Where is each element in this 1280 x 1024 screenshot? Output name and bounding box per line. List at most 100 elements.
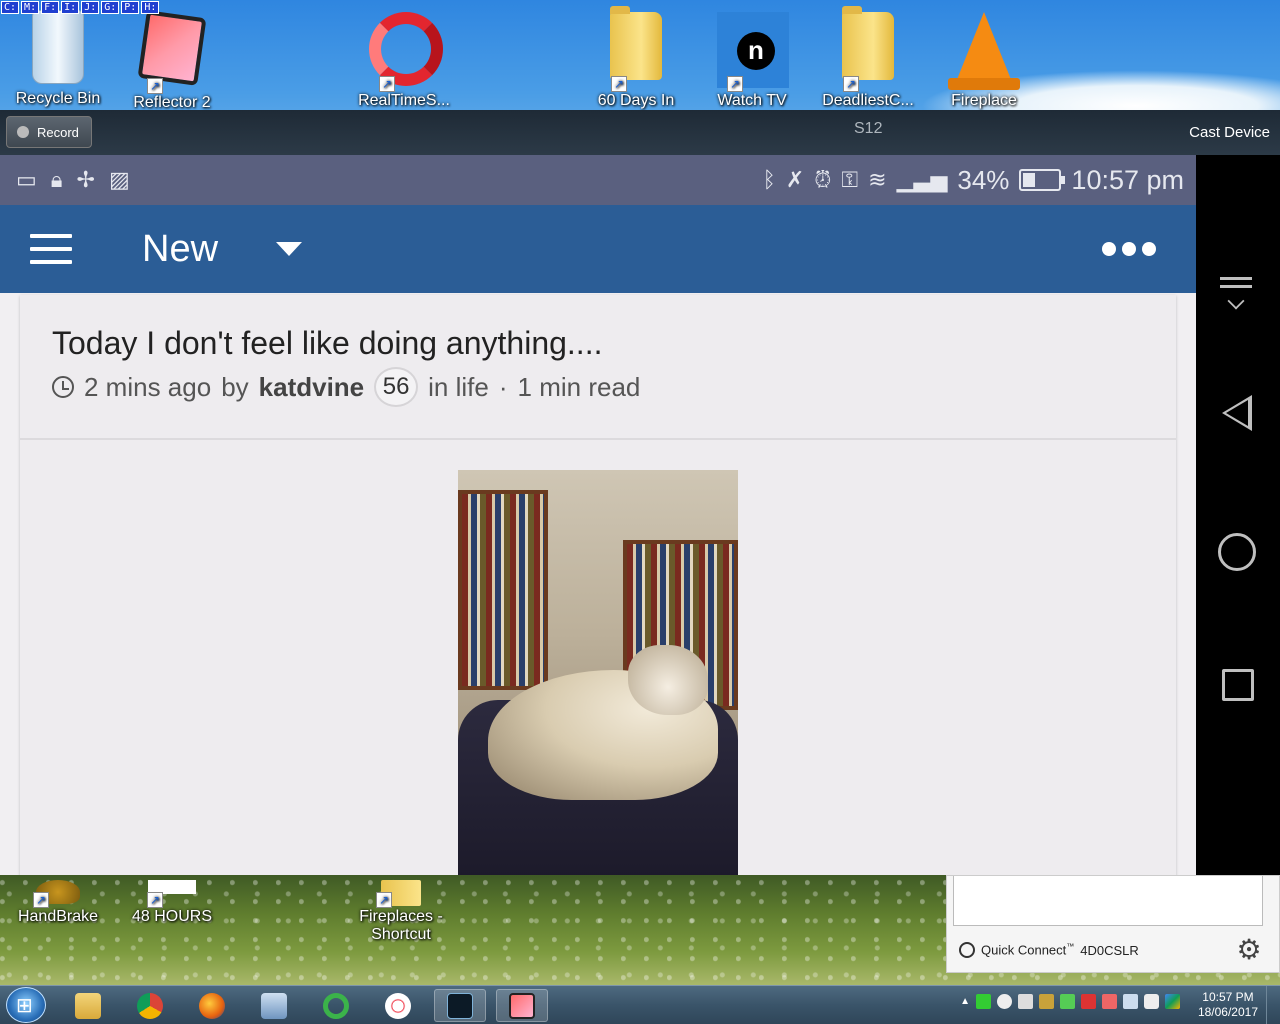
- phone-mirror-window: ▭ 🔒︎ ✢ ▨ ᛒ ✗ ⏰︎ ⚿ ≋ ▁▃▅ 34% 10:57 pm New…: [0, 155, 1280, 875]
- drive-p[interactable]: P:: [121, 1, 140, 14]
- desktop-icon-handbrake[interactable]: ↗ HandBrake: [0, 880, 116, 926]
- record-dot-icon: [17, 126, 29, 138]
- taskbar-reflector[interactable]: [496, 989, 548, 1022]
- bookshelf-left: [458, 490, 548, 690]
- desktop-icon-realtimesync[interactable]: ↗ RealTimeS...: [346, 8, 462, 110]
- shortcut-arrow-icon: ↗: [843, 76, 859, 92]
- shortcut-arrow-icon: ↗: [33, 892, 49, 908]
- tray-drive-icon[interactable]: [1165, 994, 1180, 1009]
- quick-connect-label[interactable]: Quick Connect™ 4D0CSLR: [959, 942, 1139, 958]
- tray-network-icon[interactable]: [976, 994, 991, 1009]
- app-bar: New: [0, 205, 1196, 293]
- tray-flag-icon[interactable]: [1102, 994, 1117, 1009]
- drive-f[interactable]: F:: [41, 1, 60, 14]
- tray-document-icon[interactable]: [1018, 994, 1033, 1009]
- n-tv-icon: n ↗: [717, 12, 789, 92]
- back-icon[interactable]: [1222, 395, 1252, 431]
- shortcut-arrow-icon: ↗: [379, 76, 395, 92]
- taskbar-firefox[interactable]: [186, 989, 238, 1022]
- tray-tool-icon[interactable]: [1039, 994, 1054, 1009]
- start-button[interactable]: [6, 987, 46, 1023]
- vlc-cone-icon: [948, 12, 1020, 92]
- desktop-icon-label: 48 HOURS: [131, 908, 213, 925]
- tray-reflector-icon[interactable]: [1081, 994, 1096, 1009]
- desktop-icon-label: HandBrake: [17, 908, 99, 925]
- drive-j[interactable]: J:: [81, 1, 100, 14]
- taskbar-chrome[interactable]: [124, 989, 176, 1022]
- folder-icon: ↗: [833, 6, 903, 92]
- sync-icon: [323, 992, 349, 1019]
- shortcut-arrow-icon: ↗: [147, 892, 163, 908]
- reflector-icon: [509, 992, 535, 1019]
- post-category[interactable]: in life: [428, 372, 489, 403]
- taskbar-monitor[interactable]: [434, 989, 486, 1022]
- taskbar-clock[interactable]: 10:57 PM 18/06/2017: [1198, 990, 1258, 1020]
- tray-check-icon[interactable]: [1060, 994, 1075, 1009]
- taskbar-keyboard[interactable]: [248, 989, 300, 1022]
- more-options-icon[interactable]: [1102, 242, 1156, 256]
- recent-apps-icon[interactable]: [1222, 669, 1254, 701]
- clock-icon: [52, 376, 74, 398]
- notification-pull-down-icon[interactable]: [1218, 273, 1258, 313]
- card-divider: [20, 438, 1176, 440]
- overlapped-icon-label: S12: [854, 120, 883, 137]
- show-desktop-button[interactable]: [1266, 986, 1280, 1024]
- chevron-down-icon[interactable]: [276, 242, 303, 256]
- tray-display-icon[interactable]: [1123, 994, 1138, 1009]
- post-author[interactable]: katdvine: [259, 372, 365, 403]
- reflector-icon: ↗: [137, 10, 207, 94]
- bluetooth-icon: ᛒ: [762, 167, 776, 192]
- desktop-icon-label: DeadliestC...: [822, 92, 914, 109]
- desktop-icon-label: Recycle Bin: [15, 90, 101, 107]
- meta-separator: ·: [498, 371, 508, 402]
- desktop-icon-watch-tv[interactable]: n ↗ Watch TV: [694, 8, 810, 110]
- mute-icon: ✗: [785, 167, 805, 192]
- cast-icon: ▭: [16, 167, 37, 192]
- taskbar-paint[interactable]: [372, 989, 424, 1022]
- drive-c[interactable]: C:: [1, 1, 20, 14]
- record-button[interactable]: Record: [6, 116, 92, 148]
- desktop-icon-fireplaces-shortcut[interactable]: ↗ Fireplaces - Shortcut: [346, 880, 456, 944]
- desktop-icon-reflector[interactable]: ↗ Reflector 2: [114, 8, 230, 112]
- desktop-icon-60-days-in[interactable]: ↗ 60 Days In: [578, 6, 694, 110]
- keyboard-icon: [261, 992, 287, 1019]
- post-card[interactable]: Today I don't feel like doing anything..…: [20, 295, 1176, 875]
- reputation-badge: 56: [374, 367, 419, 407]
- post-title[interactable]: Today I don't feel like doing anything..…: [52, 325, 602, 362]
- android-status-bar: ▭ 🔒︎ ✢ ▨ ᛒ ✗ ⏰︎ ⚿ ≋ ▁▃▅ 34% 10:57 pm: [0, 155, 1196, 205]
- taskbar-explorer[interactable]: [62, 989, 114, 1022]
- recycle-bin-icon: [23, 10, 93, 90]
- android-nav-bar: [1196, 155, 1280, 875]
- post-image[interactable]: [458, 470, 738, 875]
- drive-m[interactable]: M:: [21, 1, 40, 14]
- drive-i[interactable]: I:: [61, 1, 80, 14]
- folder-icon: ↗: [601, 6, 671, 92]
- desktop-icon-fireplace[interactable]: Fireplace: [926, 8, 1042, 110]
- tray-eye-icon[interactable]: [997, 994, 1012, 1009]
- cast-device-button[interactable]: Cast Device: [1189, 124, 1270, 141]
- alarm-icon: ⏰︎: [814, 167, 832, 192]
- feed-title[interactable]: New: [142, 228, 218, 271]
- status-right-icons: ᛒ ✗ ⏰︎ ⚿ ≋ ▁▃▅ 34% 10:57 pm: [763, 165, 1196, 196]
- desktop-icon-recycle-bin[interactable]: Recycle Bin: [0, 8, 116, 108]
- desktop-icon-48-hours[interactable]: ↗ 48 HOURS: [114, 880, 230, 926]
- folder-icon: ↗: [366, 880, 436, 908]
- tray-expand-icon[interactable]: ▲: [960, 996, 970, 1007]
- drive-bar: C: M: F: I: J: G: P: H:: [1, 1, 160, 14]
- activity-monitor-icon: [447, 992, 473, 1019]
- hamburger-menu-icon[interactable]: [30, 234, 72, 264]
- gear-icon[interactable]: ⚙: [1235, 936, 1263, 964]
- desktop-icon-deadliest-catch[interactable]: ↗ DeadliestC...: [810, 6, 926, 110]
- quick-connect-input[interactable]: [953, 876, 1263, 926]
- handbrake-icon: ↗: [23, 880, 93, 908]
- pinwheel-icon: ✢: [76, 167, 95, 192]
- taskbar-sync[interactable]: [310, 989, 362, 1022]
- feed-content[interactable]: Today I don't feel like doing anything..…: [0, 293, 1196, 875]
- folder-icon: [75, 992, 101, 1019]
- desktop-icon-label: Fireplace: [951, 92, 1017, 109]
- drive-h[interactable]: H:: [141, 1, 160, 14]
- drive-g[interactable]: G:: [101, 1, 120, 14]
- home-icon[interactable]: [1218, 533, 1256, 571]
- post-read-time: 1 min read: [517, 371, 641, 402]
- tray-volume-icon[interactable]: [1144, 994, 1159, 1009]
